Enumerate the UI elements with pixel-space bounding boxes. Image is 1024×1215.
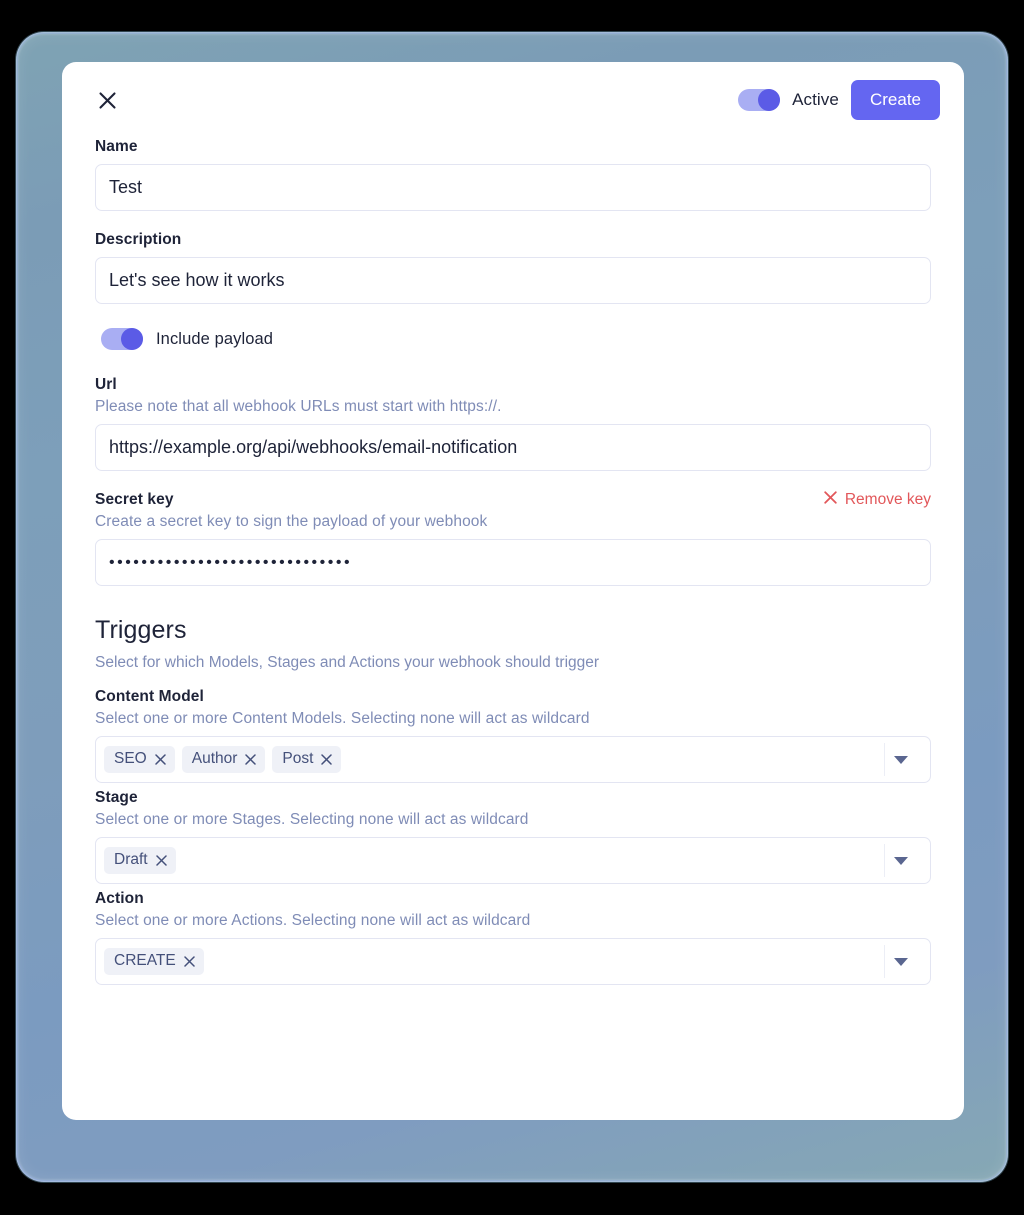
active-toggle-knob bbox=[758, 89, 781, 111]
action-chips: CREATE bbox=[104, 948, 204, 975]
chip[interactable]: SEO bbox=[104, 746, 175, 773]
modal-header: Active Create bbox=[62, 62, 964, 138]
webhook-modal: Active Create Name Description Include p… bbox=[62, 62, 964, 1120]
url-label: Url bbox=[95, 376, 117, 393]
active-toggle-label: Active bbox=[792, 90, 839, 109]
close-icon[interactable] bbox=[154, 753, 166, 765]
triggers-subtitle: Select for which Models, Stages and Acti… bbox=[95, 654, 600, 671]
name-input[interactable] bbox=[95, 164, 931, 211]
stage-group: Stage Select one or more Stages. Selecti… bbox=[95, 789, 931, 884]
name-label: Name bbox=[95, 138, 138, 155]
content-model-group: Content Model Select one or more Content… bbox=[95, 688, 931, 783]
secret-key-label: Secret key bbox=[95, 491, 174, 508]
chevron-down-icon[interactable] bbox=[884, 737, 918, 782]
secret-key-helper-text: Create a secret key to sign the payload … bbox=[95, 513, 488, 530]
action-multiselect[interactable]: CREATE bbox=[95, 938, 931, 985]
modal-body: Name Description Include payload Url Ple… bbox=[62, 138, 964, 985]
secret-key-field-group: Secret key Remove key Create a secret ke… bbox=[95, 491, 931, 586]
action-label: Action bbox=[95, 890, 144, 907]
url-field-group: Url Please note that all webhook URLs mu… bbox=[95, 376, 931, 471]
content-model-chips: SEO Author Post bbox=[104, 746, 342, 773]
chip-label: SEO bbox=[114, 750, 147, 768]
description-label: Description bbox=[95, 231, 182, 248]
create-button[interactable]: Create bbox=[850, 80, 940, 120]
remove-key-button[interactable]: Remove key bbox=[824, 491, 931, 509]
name-field-group: Name bbox=[95, 138, 931, 211]
chip[interactable]: CREATE bbox=[104, 948, 204, 975]
stage-multiselect[interactable]: Draft bbox=[95, 837, 931, 884]
chip-label: CREATE bbox=[114, 952, 176, 970]
chip[interactable]: Draft bbox=[104, 847, 176, 874]
chip[interactable]: Author bbox=[181, 746, 266, 773]
stage-helper-text: Select one or more Stages. Selecting non… bbox=[95, 811, 529, 828]
content-model-helper-text: Select one or more Content Models. Selec… bbox=[95, 710, 590, 727]
chevron-down-icon[interactable] bbox=[884, 838, 918, 883]
secret-key-header: Secret key Remove key bbox=[95, 491, 931, 513]
include-payload-label: Include payload bbox=[156, 329, 274, 348]
close-icon[interactable] bbox=[321, 753, 333, 765]
description-field-group: Description bbox=[95, 231, 931, 304]
description-input[interactable] bbox=[95, 257, 931, 304]
content-model-multiselect[interactable]: SEO Author Post bbox=[95, 736, 931, 783]
chip-label: Author bbox=[191, 750, 238, 768]
stage-label: Stage bbox=[95, 789, 138, 806]
active-toggle[interactable] bbox=[738, 89, 781, 111]
remove-key-label: Remove key bbox=[844, 491, 931, 508]
close-icon[interactable] bbox=[92, 85, 122, 115]
include-payload-toggle-knob bbox=[121, 328, 143, 350]
action-helper-text: Select one or more Actions. Selecting no… bbox=[95, 912, 531, 929]
chip[interactable]: Post bbox=[272, 746, 342, 773]
close-icon[interactable] bbox=[245, 753, 257, 765]
url-input[interactable] bbox=[95, 424, 931, 471]
triggers-title: Triggers bbox=[95, 616, 187, 644]
action-group: Action Select one or more Actions. Selec… bbox=[95, 890, 931, 985]
close-icon[interactable] bbox=[155, 854, 167, 866]
stage-chips: Draft bbox=[104, 847, 176, 874]
close-icon bbox=[824, 491, 837, 509]
chevron-down-icon[interactable] bbox=[884, 939, 918, 984]
include-payload-row: Include payload bbox=[101, 328, 931, 350]
secret-key-masked-value: •••••••••••••••••••••••••••••• bbox=[109, 554, 353, 571]
header-actions: Active Create bbox=[738, 80, 940, 120]
close-icon[interactable] bbox=[183, 955, 195, 967]
secret-key-input[interactable]: •••••••••••••••••••••••••••••• bbox=[95, 539, 931, 586]
include-payload-toggle[interactable] bbox=[101, 328, 143, 350]
url-helper-text: Please note that all webhook URLs must s… bbox=[95, 398, 502, 415]
chip-label: Draft bbox=[114, 851, 148, 869]
content-model-label: Content Model bbox=[95, 688, 204, 705]
chip-label: Post bbox=[282, 750, 314, 768]
